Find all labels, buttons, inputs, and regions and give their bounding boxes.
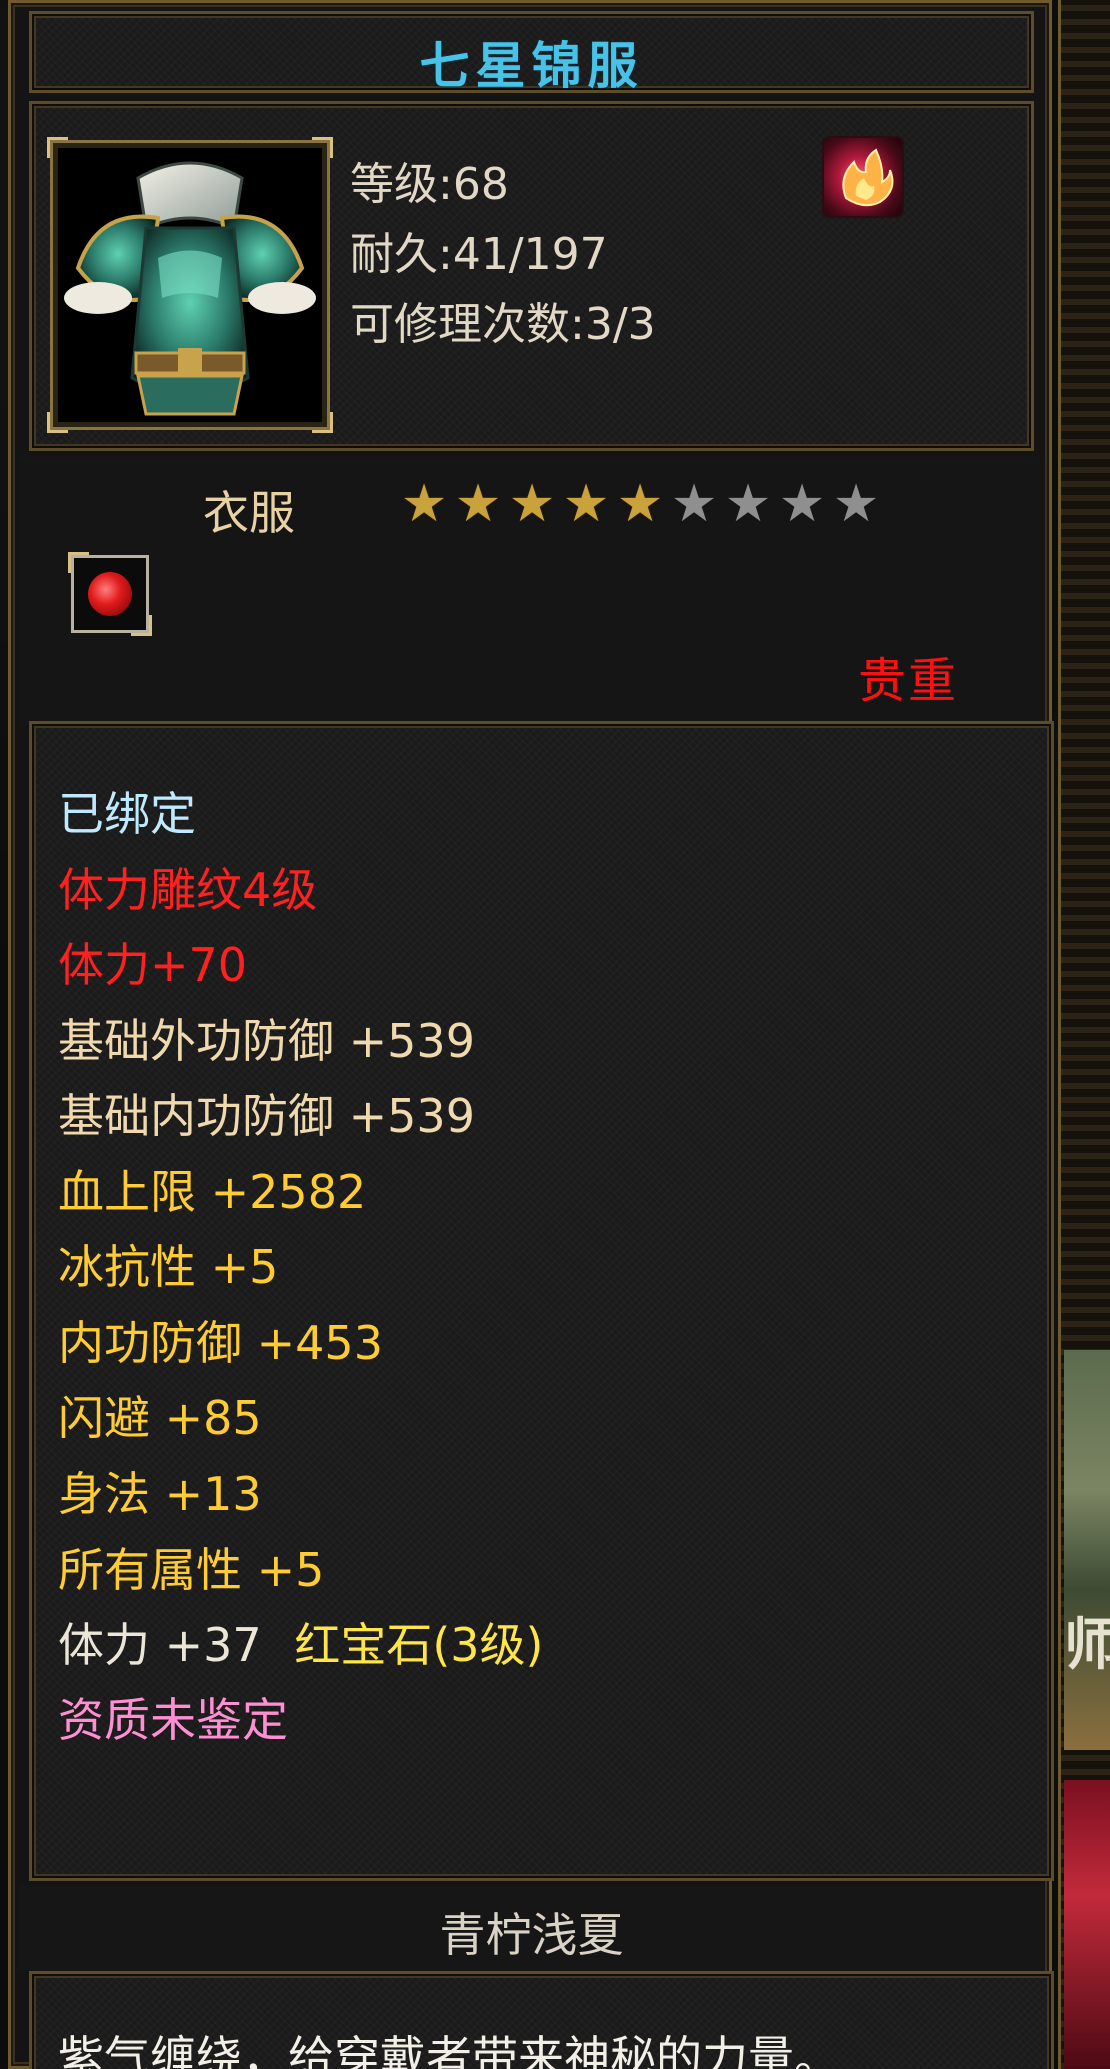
attribute-line: 基础内功防御 +539 xyxy=(58,1089,475,1143)
slot-corner xyxy=(68,552,89,573)
attribute-line: 所有属性 +5 xyxy=(58,1543,325,1597)
item-repair-count: 可修理次数:3/3 xyxy=(350,299,656,350)
background-scene xyxy=(1064,1350,1110,1750)
item-type-row: 衣服 ★ ★ ★ ★ ★ ★ ★ ★ ★ 贵重 xyxy=(19,459,1044,725)
star-icon-empty: ★ xyxy=(724,474,772,534)
attribute-line: 身法 +13 xyxy=(58,1467,262,1521)
flame-badge-icon xyxy=(824,138,902,216)
background-ui-edge xyxy=(1058,0,1110,2069)
item-description: 紫气缠绕，给穿戴者带来神秘的力量。 xyxy=(58,2031,840,2069)
star-icon-filled: ★ xyxy=(562,474,610,534)
attribute-line: 血上限 +2582 xyxy=(58,1165,367,1219)
item-header: 等级:68 耐久:41/197 可修理次数:3/3 xyxy=(29,101,1034,451)
engraving-line: 体力雕纹4级 xyxy=(58,863,318,917)
star-icon-empty: ★ xyxy=(778,474,826,534)
aptitude-status: 资质未鉴定 xyxy=(58,1693,288,1747)
ruby-gem-icon[interactable] xyxy=(68,552,152,636)
game-screen: 七星锦服 等级:68 耐久:41/197 可修理次数:3/3 衣服 ★ ★ ★ … xyxy=(0,0,1110,2069)
item-level: 等级:68 xyxy=(350,159,509,210)
gem-bonus-line: 体力 +37 红宝石(3级) xyxy=(58,1609,544,1675)
attribute-line: 内功防御 +453 xyxy=(58,1316,383,1370)
item-tooltip: 七星锦服 等级:68 耐久:41/197 可修理次数:3/3 衣服 ★ ★ ★ … xyxy=(8,0,1054,2069)
background-text: 师 xyxy=(1064,1613,1110,1678)
description-panel: 紫气缠绕，给穿戴者带来神秘的力量。 xyxy=(29,1971,1054,2069)
item-icon-frame xyxy=(47,137,333,433)
item-type: 衣服 xyxy=(203,486,295,540)
star-icon-filled: ★ xyxy=(454,474,502,534)
attribute-line: 闪避 +85 xyxy=(58,1391,262,1445)
item-maker-row: 青柠浅夏 xyxy=(19,1885,1044,1970)
bound-status: 已绑定 xyxy=(58,787,196,841)
star-icon-filled: ★ xyxy=(400,474,448,534)
armor-icon xyxy=(58,148,322,422)
attribute-line: 基础外功防御 +539 xyxy=(58,1014,475,1068)
attribute-line: 冰抗性 +5 xyxy=(58,1240,279,1294)
gem-stat: 体力 +37 xyxy=(58,1618,262,1672)
background-character xyxy=(1064,1780,1110,2069)
star-icon-empty: ★ xyxy=(832,474,880,534)
star-rating: ★ ★ ★ ★ ★ ★ ★ ★ ★ xyxy=(399,474,885,535)
rarity-label: 贵重 xyxy=(857,653,958,709)
maker-name: 青柠浅夏 xyxy=(439,1908,624,1962)
gem-stone xyxy=(88,572,132,616)
star-icon-empty: ★ xyxy=(670,474,718,534)
attributes-panel: 已绑定 体力雕纹4级 体力+70 基础外功防御 +539 基础内功防御 +539… xyxy=(29,721,1054,1881)
title-bar: 七星锦服 xyxy=(29,11,1034,95)
star-icon-filled: ★ xyxy=(508,474,556,534)
item-title: 七星锦服 xyxy=(419,37,644,95)
gem-name: 红宝石(3级) xyxy=(294,1618,544,1672)
star-icon-filled: ★ xyxy=(616,474,664,534)
item-durability: 耐久:41/197 xyxy=(350,229,608,280)
attribute-line: 体力+70 xyxy=(58,938,248,992)
slot-corner xyxy=(131,615,152,636)
